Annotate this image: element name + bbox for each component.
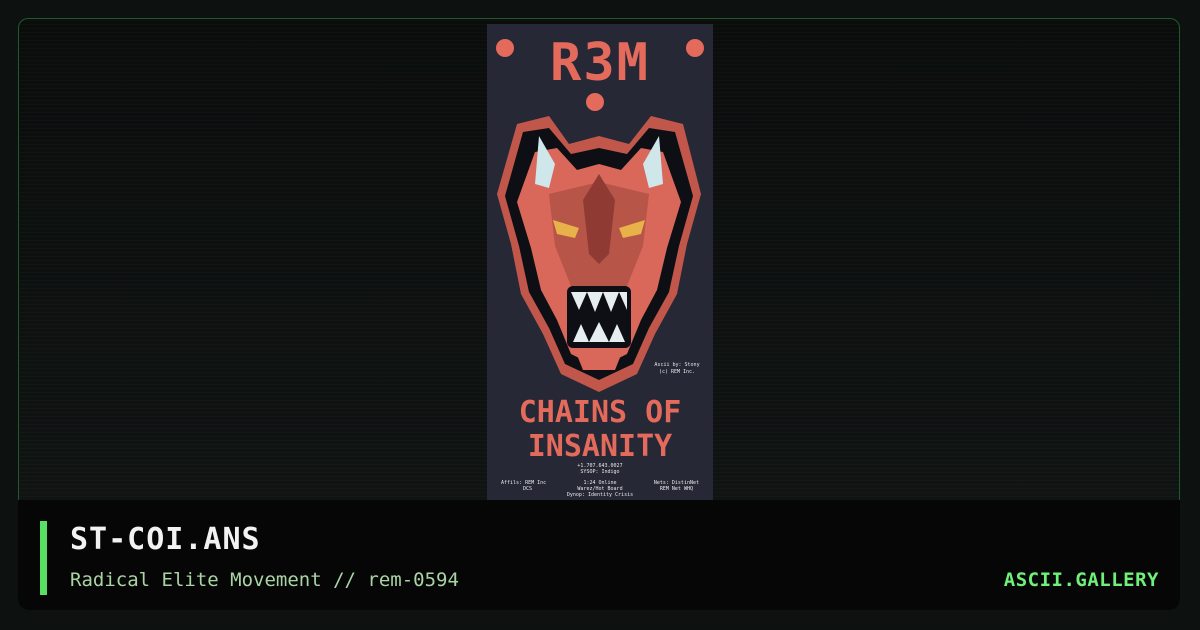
bbs-sysop: SYSOP: Indigo: [580, 469, 619, 475]
credit-line-2: (c) REM Inc.: [659, 369, 695, 375]
rem-logo: R3M: [550, 33, 650, 93]
bbs-nets-2: REM Net WHQ: [660, 486, 693, 492]
accent-bar: [40, 521, 47, 595]
bbs-affils-2: DCS: [523, 486, 532, 492]
ansi-artwork[interactable]: R3M Ascii by: Stony (c) REM Inc. CHAINS …: [487, 24, 713, 500]
info-footer: ST-COI.ANS Radical Elite Movement // rem…: [18, 500, 1180, 610]
headline-line-1: CHAINS OF: [519, 395, 682, 430]
group-subtitle: Radical Elite Movement // rem-0594: [70, 569, 459, 591]
credit-line-1: Ascii by: Stony: [654, 362, 699, 368]
bbs-dynop: Dynop: Identity Crisis: [567, 492, 633, 498]
headline-line-2: INSANITY: [528, 429, 673, 464]
file-title: ST-COI.ANS: [70, 522, 261, 557]
site-brand-link[interactable]: ASCII.GALLERY: [1004, 569, 1159, 591]
artwork-canvas: R3M Ascii by: Stony (c) REM Inc. CHAINS …: [487, 24, 713, 500]
